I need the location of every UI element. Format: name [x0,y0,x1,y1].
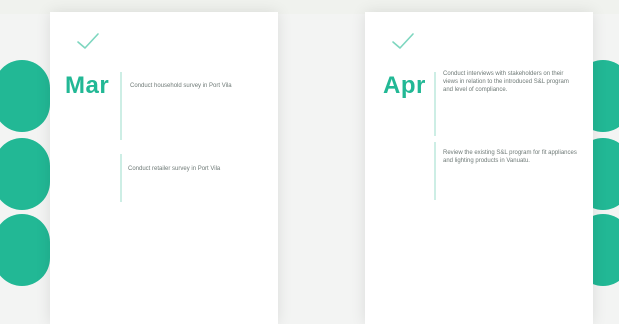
decorative-pill-left-3 [0,214,50,286]
task-item: Conduct retailer survey in Port Vila [128,166,221,172]
timeline-card-mar: Mar Conduct household survey in Port Vil… [50,12,278,324]
timeline-divider [434,72,436,136]
decorative-pill-left-2 [0,138,50,210]
timeline-card-apr: Apr Conduct interviews with stakeholders… [365,12,593,324]
task-item: Review the existing S&L program for fit … [443,150,577,164]
task-item: Conduct interviews with stakeholders on … [443,71,569,93]
decorative-pill-left-1 [0,60,50,132]
timeline-divider [434,142,436,200]
month-label: Apr [383,72,426,99]
checkmark-icon [392,33,414,49]
month-label: Mar [65,72,110,99]
timeline-divider [120,72,122,140]
checkmark-icon [77,33,99,49]
task-item: Conduct household survey in Port Vila [130,83,232,89]
timeline-divider [120,154,122,202]
